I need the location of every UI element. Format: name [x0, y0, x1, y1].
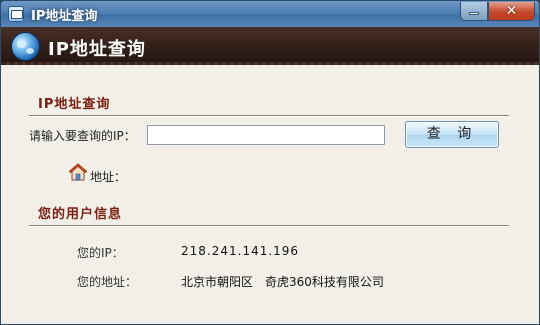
section-title-user-info: 您的用户信息 [38, 207, 123, 222]
minimize-button[interactable] [460, 2, 488, 21]
address-isp: 奇虎360科技有限公司 [265, 275, 384, 289]
header-banner: IP地址查询 [1, 27, 539, 65]
close-button[interactable]: ✕ [488, 2, 535, 21]
house-icon [69, 163, 87, 181]
ip-lookup-window: IP地址查询 ✕ IP地址查询 IP地址查询 请输入要查询的IP： 查 询 地址… [0, 0, 540, 325]
your-ip-label: 您的IP： [77, 246, 124, 260]
banner-title: IP地址查询 [48, 39, 146, 60]
your-address-value: 北京市朝阳区 奇虎360科技有限公司 [181, 273, 384, 290]
title-bar[interactable]: IP地址查询 ✕ [1, 1, 539, 27]
your-ip-value: 218.241.141.196 [181, 244, 300, 258]
minimize-icon [469, 12, 479, 15]
ip-input[interactable] [147, 125, 385, 145]
window-title: IP地址查询 [31, 9, 98, 24]
ip-input-label: 请输入要查询的IP： [29, 129, 136, 143]
your-address-label: 您的地址： [77, 275, 138, 289]
section-title-ip-query: IP地址查询 [38, 97, 111, 112]
close-icon: ✕ [505, 3, 518, 19]
divider [29, 115, 509, 117]
app-window-icon [8, 6, 24, 22]
address-region: 北京市朝阳区 [181, 275, 254, 289]
address-label: 地址： [90, 170, 127, 184]
divider [29, 225, 509, 227]
globe-icon [11, 32, 40, 61]
query-button[interactable]: 查 询 [405, 121, 499, 148]
